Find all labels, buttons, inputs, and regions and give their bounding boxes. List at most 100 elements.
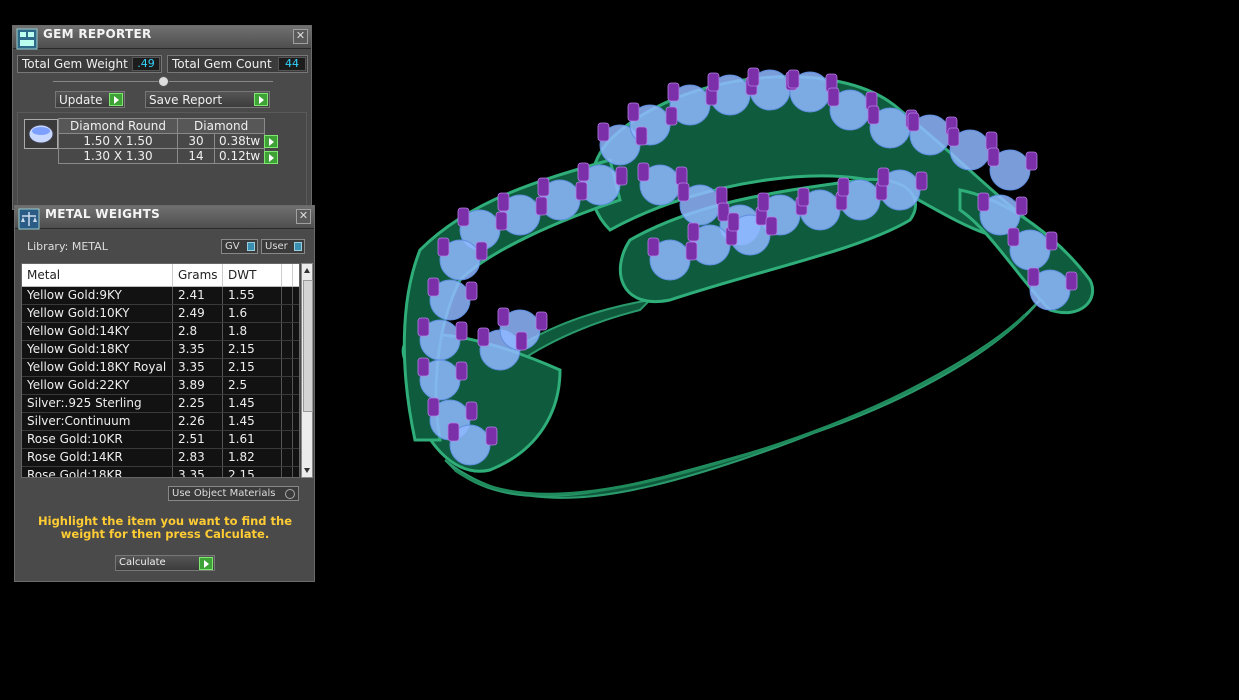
- total-gem-weight-value: .49: [132, 57, 160, 71]
- cell-metal: Yellow Gold:18KY: [22, 341, 173, 358]
- table-row[interactable]: Yellow Gold:14KY 2.8 1.8: [22, 323, 299, 341]
- prong: [837, 177, 850, 197]
- prong: [1015, 196, 1028, 216]
- prong: [417, 357, 430, 377]
- prong: [757, 192, 770, 212]
- table-row[interactable]: Rose Gold:10KR 2.51 1.61: [22, 431, 299, 449]
- table-row[interactable]: Silver:Continuum 2.26 1.45: [22, 413, 299, 431]
- prong: [677, 182, 690, 202]
- gem-reporter-titlebar[interactable]: GEM REPORTER ✕: [13, 26, 311, 50]
- cell-grams: 2.83: [173, 449, 223, 466]
- table-row[interactable]: Yellow Gold:10KY 2.49 1.6: [22, 305, 299, 323]
- table-row[interactable]: Yellow Gold:18KY Royal 3.35 2.15: [22, 359, 299, 377]
- prong: [497, 307, 510, 327]
- prong: [867, 105, 880, 125]
- user-indicator-icon: [294, 242, 302, 251]
- use-object-materials-toggle[interactable]: Use Object Materials: [168, 486, 299, 501]
- cell-dwt: 1.45: [223, 395, 282, 412]
- cell-dwt: 1.82: [223, 449, 282, 466]
- gem-row[interactable]: 1.30 X 1.30 14 0.12tw: [58, 148, 266, 164]
- prong: [985, 131, 998, 151]
- table-row[interactable]: Silver:.925 Sterling 2.25 1.45: [22, 395, 299, 413]
- table-row[interactable]: Rose Gold:18KR 3.35 2.15: [22, 467, 299, 477]
- prong: [1025, 151, 1038, 171]
- cell-metal: Silver:.925 Sterling: [22, 395, 173, 412]
- gv-indicator-icon: [247, 242, 255, 251]
- gem-reporter-close-button[interactable]: ✕: [293, 29, 308, 44]
- table-row[interactable]: Yellow Gold:22KY 3.89 2.5: [22, 377, 299, 395]
- calculate-button[interactable]: Calculate: [115, 555, 215, 571]
- prong: [717, 202, 730, 222]
- cell-grams: 3.35: [173, 359, 223, 376]
- gem-list-area: Diamond Round Diamond 1.50 X 1.50 30 0.3…: [17, 112, 307, 209]
- cell-grams: 2.51: [173, 431, 223, 448]
- prong: [977, 192, 990, 212]
- splitter-handle-icon[interactable]: [158, 76, 169, 87]
- table-row[interactable]: Yellow Gold:9KY 2.41 1.55: [22, 287, 299, 305]
- prong: [437, 237, 450, 257]
- user-toggle[interactable]: User: [261, 239, 305, 254]
- gem-row[interactable]: 1.50 X 1.50 30 0.38tw: [58, 133, 266, 149]
- scale-icon: [18, 208, 40, 230]
- gem-row-go-button[interactable]: [264, 135, 278, 148]
- prong: [727, 212, 740, 232]
- prong: [787, 69, 800, 89]
- prong: [475, 241, 488, 261]
- calculate-hint: Highlight the item you want to find the …: [38, 514, 292, 541]
- diamond-thumbnail-icon[interactable]: [24, 119, 58, 149]
- cell-dwt: 1.6: [223, 305, 282, 322]
- update-go-icon: [109, 93, 123, 106]
- cell-spacer: [282, 287, 293, 304]
- prong: [647, 237, 660, 257]
- scroll-down-icon[interactable]: [304, 468, 310, 473]
- prong: [597, 122, 610, 142]
- metal-weights-table[interactable]: Metal Grams DWT Yellow Gold:9KY 2.41 1.55 Y…: [21, 263, 300, 478]
- metal-table-scrollbar[interactable]: [301, 263, 313, 478]
- prong: [707, 72, 720, 92]
- cell-grams: 2.8: [173, 323, 223, 340]
- prong: [535, 196, 548, 216]
- total-gem-weight-field: Total Gem Weight .49: [17, 55, 162, 73]
- cell-dwt: 2.5: [223, 377, 282, 394]
- gem-reporter-icon: [16, 28, 38, 50]
- metal-weights-titlebar[interactable]: METAL WEIGHTS ✕: [15, 206, 314, 230]
- cell-grams: 3.35: [173, 467, 223, 477]
- update-button[interactable]: Update: [55, 91, 125, 108]
- scroll-thumb[interactable]: [303, 280, 313, 412]
- prong: [447, 422, 460, 442]
- cell-spacer: [282, 359, 293, 376]
- column-spacer: [282, 264, 293, 286]
- save-report-button[interactable]: Save Report: [145, 91, 270, 108]
- cell-spacer: [282, 323, 293, 340]
- scroll-up-icon[interactable]: [304, 268, 310, 273]
- column-grams[interactable]: Grams: [173, 264, 223, 286]
- cell-metal: Yellow Gold:18KY Royal: [22, 359, 173, 376]
- prong: [877, 167, 890, 187]
- cell-spacer: [282, 449, 293, 466]
- gem-header-type: Diamond: [176, 118, 266, 134]
- gem-row-go-button[interactable]: [264, 151, 278, 164]
- cell-metal: Yellow Gold:22KY: [22, 377, 173, 394]
- prong: [667, 82, 680, 102]
- prong: [537, 177, 550, 197]
- radio-icon: [285, 489, 295, 499]
- table-row[interactable]: Rose Gold:14KR 2.83 1.82: [22, 449, 299, 467]
- cell-metal: Rose Gold:18KR: [22, 467, 173, 477]
- prong: [675, 166, 688, 186]
- metal-weights-title: METAL WEIGHTS: [45, 207, 161, 221]
- metal-weights-panel: METAL WEIGHTS ✕ Library: METAL GV User M…: [14, 205, 315, 582]
- column-metal[interactable]: Metal: [22, 264, 173, 286]
- cell-dwt: 1.61: [223, 431, 282, 448]
- metal-weights-close-button[interactable]: ✕: [296, 209, 311, 224]
- save-report-go-icon: [254, 93, 268, 106]
- gv-toggle[interactable]: GV: [221, 239, 258, 254]
- cell-spacer: [282, 305, 293, 322]
- table-row[interactable]: Yellow Gold:18KY 3.35 2.15: [22, 341, 299, 359]
- prong: [515, 331, 528, 351]
- cell-spacer: [282, 341, 293, 358]
- prong: [1007, 227, 1020, 247]
- cell-metal: Silver:Continuum: [22, 413, 173, 430]
- cell-grams: 3.89: [173, 377, 223, 394]
- prong: [497, 192, 510, 212]
- column-dwt[interactable]: DWT: [223, 264, 282, 286]
